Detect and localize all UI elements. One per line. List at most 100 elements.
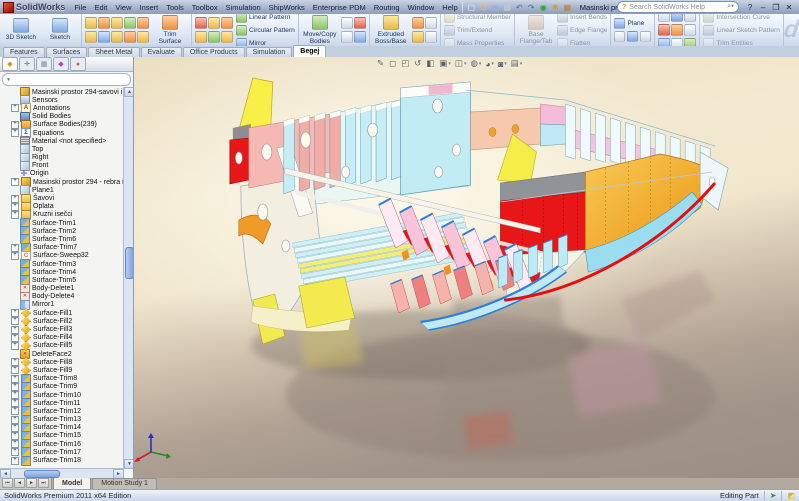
close-button[interactable]: ✕	[784, 3, 794, 12]
menu-item[interactable]: File	[70, 2, 90, 13]
tree-item[interactable]: Surface-Trim5	[0, 276, 124, 284]
offset-surface-icon[interactable]	[111, 17, 123, 29]
delete-face-icon[interactable]	[137, 31, 149, 43]
document-tab[interactable]: Motion Study 1	[92, 478, 157, 489]
tree-item[interactable]: Surface-Trim8	[0, 375, 124, 383]
menu-item[interactable]: Window	[404, 2, 439, 13]
linear-pattern-button[interactable]: Linear Pattern	[236, 14, 295, 23]
tree-item[interactable]: Front	[0, 162, 124, 170]
tree-item[interactable]: Surface-Trim12	[0, 407, 124, 415]
extruded-boss-base-button[interactable]: Extruded Boss/Base	[373, 15, 409, 45]
tree-expander-icon[interactable]	[11, 121, 19, 129]
open-icon[interactable]: ❐	[478, 2, 489, 13]
command-tab[interactable]: Simulation	[246, 47, 293, 57]
quick-tips-icon[interactable]: ◩	[787, 491, 795, 500]
tree-expander-icon[interactable]	[11, 457, 19, 465]
tree-item[interactable]: Annotations	[0, 104, 124, 112]
plane-button[interactable]: Plane	[614, 18, 651, 29]
tree-expander-icon[interactable]	[11, 252, 19, 260]
command-tab[interactable]: Features	[3, 47, 45, 57]
split-icon[interactable]	[341, 31, 353, 43]
tree-item[interactable]: Surface-Fill4	[0, 334, 124, 342]
tree-item[interactable]: Origin	[0, 170, 124, 178]
insert-bends-button[interactable]: Insert Bends	[557, 14, 607, 23]
tree-expander-icon[interactable]	[11, 375, 19, 383]
scroll-up-icon[interactable]: ▲	[124, 87, 133, 97]
tree-item[interactable]: Surface-Trim11	[0, 399, 124, 407]
tree-item[interactable]: Oplata	[0, 203, 124, 211]
tree-expander-icon[interactable]	[11, 178, 19, 186]
tree-vertical-scrollbar[interactable]: ▲ ▼	[123, 87, 133, 469]
tree-item[interactable]: Surface-Trim9	[0, 383, 124, 391]
command-tab[interactable]: Sheet Metal	[88, 47, 139, 57]
ruled-surface-icon[interactable]	[124, 17, 136, 29]
tree-hscroll-thumb[interactable]	[24, 470, 60, 478]
command-tab[interactable]: Evaluate	[141, 47, 182, 57]
print-icon[interactable]: ▤	[502, 2, 513, 13]
edit-sketch-icon[interactable]: ✎	[377, 58, 385, 69]
tree-item[interactable]: Top	[0, 145, 124, 153]
tree-expander-icon[interactable]	[11, 309, 19, 317]
scroll-right-icon[interactable]: ►	[113, 469, 124, 479]
tree-item[interactable]: Body-Delete4	[0, 293, 124, 301]
tree-item[interactable]: Surface-Trim4	[0, 268, 124, 276]
tree-expander-icon[interactable]	[11, 448, 19, 456]
tree-item[interactable]: Surface-Trim18	[0, 456, 124, 464]
trim-entities-button[interactable]: Trim Entities	[703, 38, 779, 47]
knit-surface-icon[interactable]	[98, 17, 110, 29]
tree-item[interactable]: Surface-Fill9	[0, 366, 124, 374]
hole-wizard-icon[interactable]	[412, 31, 424, 43]
next-tab-icon[interactable]: ►	[26, 478, 37, 488]
tree-item[interactable]: Masinski prostor 294 - rebra i pregra	[0, 178, 124, 186]
mirror-button[interactable]: Mirror	[236, 38, 295, 47]
edge-flange-button[interactable]: Edge Flange	[557, 25, 607, 36]
intersect-icon[interactable]	[354, 31, 366, 43]
tree-item[interactable]: Surface-Trim6	[0, 235, 124, 243]
lofted-surface-icon[interactable]	[85, 31, 97, 43]
view-orientation-icon[interactable]: ▣▾	[439, 58, 451, 69]
delete-body-icon[interactable]	[354, 17, 366, 29]
spline-icon[interactable]	[684, 14, 696, 22]
filled-surface-icon[interactable]	[111, 31, 123, 43]
linear-sketch-pattern-button[interactable]: Linear Sketch Pattern	[703, 25, 779, 36]
tree-item[interactable]: Surface-Trim3	[0, 260, 124, 268]
tree-expander-icon[interactable]	[11, 440, 19, 448]
tree-expander-icon[interactable]	[11, 399, 19, 407]
tree-item[interactable]: Solid Bodies	[0, 113, 124, 121]
tree-expander-icon[interactable]	[11, 358, 19, 366]
tree-expander-icon[interactable]	[11, 342, 19, 350]
tree-expander-icon[interactable]	[11, 334, 19, 342]
zoom-to-area-icon[interactable]: ◰	[401, 58, 410, 69]
document-tab[interactable]: Model	[53, 477, 91, 489]
tree-item[interactable]: Surface-Fill8	[0, 358, 124, 366]
shell-icon[interactable]	[195, 31, 207, 43]
tree-expander-icon[interactable]	[11, 391, 19, 399]
tree-item[interactable]: Surface-Trim15	[0, 432, 124, 440]
flatten-button[interactable]: Flatten	[557, 38, 607, 47]
tree-expander-icon[interactable]	[11, 211, 19, 219]
tree-item[interactable]: Surface-Trim10	[0, 391, 124, 399]
previous-view-icon[interactable]: ↺	[414, 58, 422, 69]
menu-item[interactable]: Help	[438, 2, 461, 13]
tree-item[interactable]: Surface-Trim2	[0, 227, 124, 235]
section-view-icon[interactable]: ◧	[426, 58, 435, 69]
tree-item[interactable]: Surface-Trim16	[0, 440, 124, 448]
undo-icon[interactable]: ↶	[514, 2, 525, 13]
edit-appearance-icon[interactable]: ◕▾	[485, 59, 494, 69]
prev-tab-icon[interactable]: ◄	[14, 478, 25, 488]
tree-item[interactable]: Plane1	[0, 186, 124, 194]
tree-expander-icon[interactable]	[11, 244, 19, 252]
move-copy-bodies-button[interactable]: Move/Copy Bodies	[302, 15, 338, 45]
zoom-to-fit-icon[interactable]: ◻	[389, 58, 397, 69]
tree-item[interactable]: Šavovi	[0, 194, 124, 202]
rib-icon[interactable]	[208, 31, 220, 43]
convert-entities-icon[interactable]	[684, 38, 696, 47]
trim-extend-button[interactable]: Trim/Extend	[444, 25, 511, 36]
extend-surface-icon[interactable]	[85, 17, 97, 29]
view-settings-icon[interactable]: ▤▾	[511, 58, 523, 69]
hide-show-items-icon[interactable]: ◍▾	[470, 58, 481, 69]
tree-item[interactable]: Right	[0, 154, 124, 162]
planar-surface-icon[interactable]	[124, 31, 136, 43]
tree-item[interactable]: Sensors	[0, 96, 124, 104]
tree-item[interactable]: Material <not specified>	[0, 137, 124, 145]
